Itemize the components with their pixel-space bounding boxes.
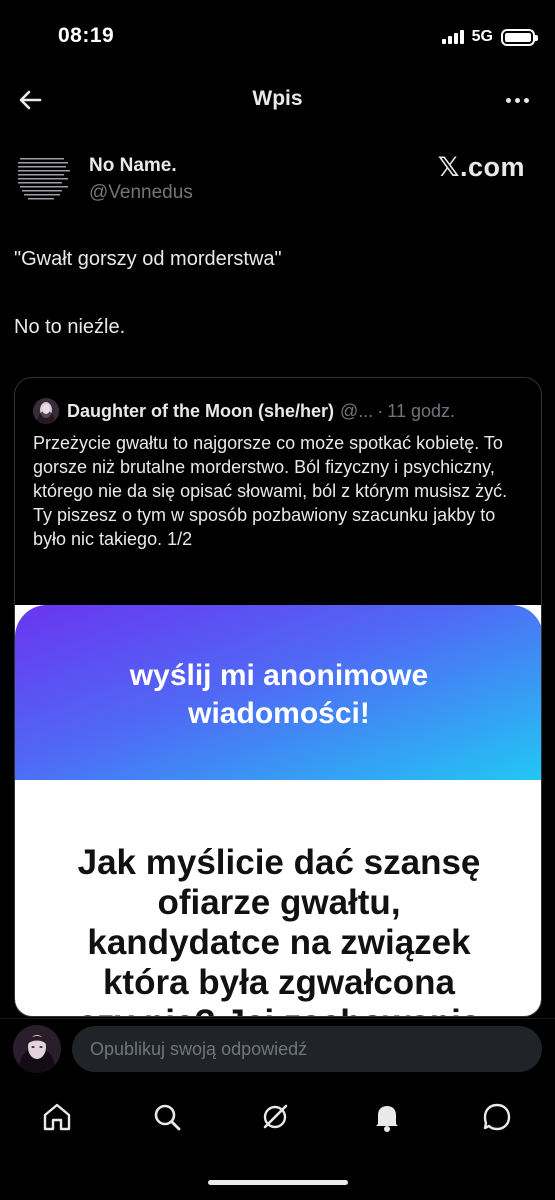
quoted-post-image[interactable]: wyślij mi anonimowe wiadomości! Jak myśl… (15, 605, 541, 1016)
post-author: No Name. @Vennedus 𝕏.com (0, 142, 555, 212)
tweet-text-line: "Gwałt gorszy od morderstwa" (14, 248, 282, 270)
bottom-navigation (0, 1082, 555, 1148)
author-handle[interactable]: @Vennedus (89, 182, 193, 204)
more-horizontal-icon[interactable] (506, 98, 529, 103)
author-name[interactable]: No Name. (89, 155, 177, 177)
question-line: Jak myślicie dać szansę (77, 843, 481, 882)
grok-icon[interactable] (258, 1100, 292, 1134)
quoted-author-handle: @... (340, 400, 374, 421)
notifications-icon[interactable] (370, 1100, 404, 1134)
image-question-text: Jak myślicie dać szansę ofiarze gwałtu, … (15, 843, 541, 1016)
messages-icon[interactable] (480, 1100, 514, 1134)
reply-bar (0, 1018, 555, 1080)
banner-line: wiadomości! (188, 697, 370, 730)
question-line: która była zgwałcona (102, 963, 456, 1002)
reply-input[interactable] (72, 1026, 542, 1072)
quoted-post[interactable]: Daughter of the Moon (she/her) @... · 11… (14, 377, 542, 1017)
quoted-post-paragraph: Przeżycie gwałtu to najgorsze co może sp… (33, 433, 508, 501)
question-line: czy nie? Jej zachowania (15, 1003, 541, 1016)
quoted-author-avatar (33, 398, 59, 424)
signal-icon (441, 30, 464, 44)
quoted-author-name: Daughter of the Moon (she/her) (67, 400, 334, 421)
network-type: 5G (471, 28, 493, 45)
status-indicators: 5G (441, 28, 538, 46)
question-line: ofiarze gwałtu, (157, 883, 401, 922)
battery-level (505, 32, 531, 42)
banner-line: wyślij mi anonimowe (129, 659, 429, 692)
quoted-post-paragraph: Ty piszesz o tym w sposób pozbawiony sza… (33, 505, 496, 549)
search-icon[interactable] (150, 1100, 184, 1134)
quoted-post-header: Daughter of the Moon (she/her) @... · 11… (33, 398, 533, 424)
x-com-badge: 𝕏.com (437, 152, 525, 182)
image-banner-text: wyślij mi anonimowe wiadomości! (15, 657, 541, 733)
page-title: Wpis (252, 87, 303, 110)
status-time: 08:19 (58, 24, 115, 47)
separator-dot: · (377, 400, 384, 421)
top-bar: Wpis (0, 72, 555, 128)
status-bar: 08:19 5G (0, 0, 555, 64)
user-avatar[interactable] (13, 1025, 61, 1073)
tweet-text-line: No to nieźle. (14, 316, 126, 338)
quoted-post-time: 11 godz. (387, 400, 456, 421)
home-indicator (208, 1180, 348, 1185)
quoted-post-text: Przeżycie gwałtu to najgorsze co może sp… (33, 431, 528, 551)
author-avatar[interactable] (12, 148, 74, 210)
question-line: kandydatce na związek (87, 923, 471, 962)
home-icon[interactable] (40, 1100, 74, 1134)
image-banner: wyślij mi anonimowe wiadomości! (15, 605, 541, 780)
battery-icon (501, 28, 538, 46)
